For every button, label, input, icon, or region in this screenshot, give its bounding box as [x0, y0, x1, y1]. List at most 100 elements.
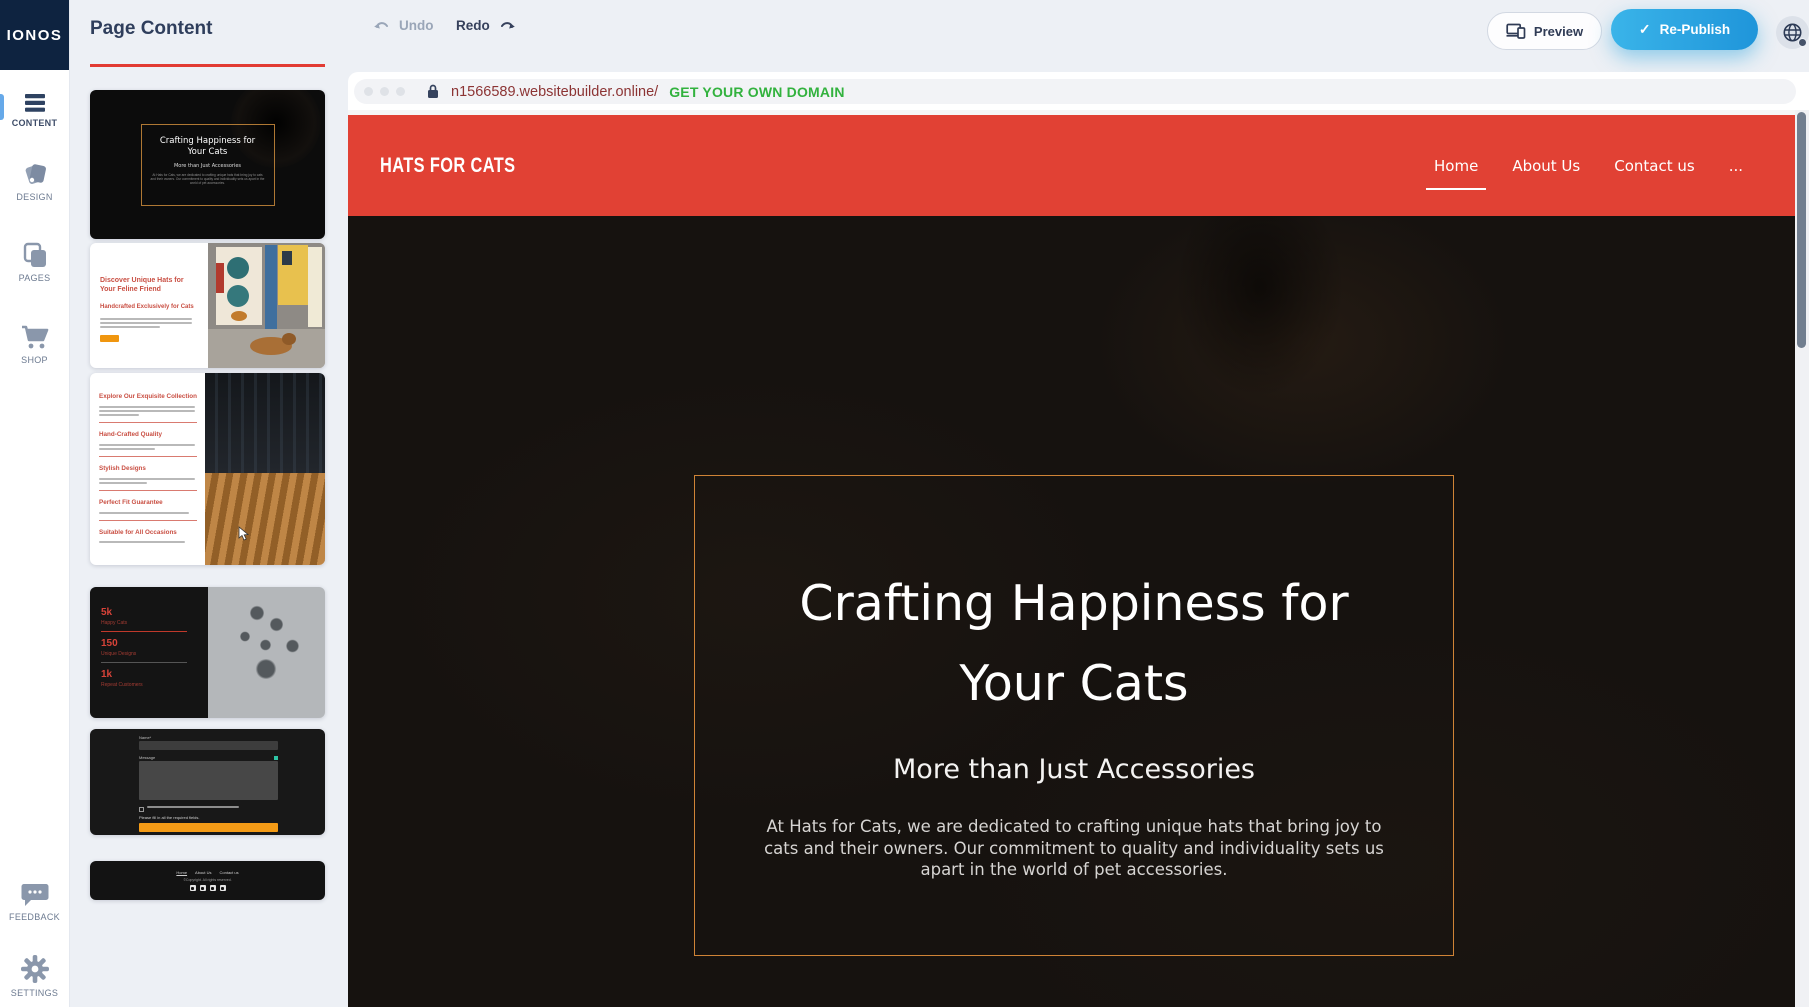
settings-gear-icon [20, 954, 50, 984]
redo-icon [498, 19, 516, 33]
notification-dot [1798, 38, 1807, 47]
form-name-label: Name* [139, 735, 278, 740]
panel-title-underline [90, 64, 325, 67]
window-dot [396, 87, 405, 96]
stat-value: 150 [101, 638, 208, 649]
sidebar-item-label: SETTINGS [0, 988, 69, 998]
lock-icon [426, 83, 440, 100]
scrollbar-thumb[interactable] [1797, 112, 1806, 348]
sidebar-item-feedback[interactable]: FEEDBACK [0, 880, 69, 922]
app-root: IONOS CONTENT DESIGN PAGES [0, 0, 1809, 1007]
check-icon: ✓ [1639, 21, 1651, 38]
street-cat-photo [208, 243, 325, 368]
undo-button[interactable]: Undo [373, 18, 434, 33]
sidebar-item-label: CONTENT [0, 118, 69, 128]
thumb-body-text: At Hats for Cats, we are dedicated to cr… [150, 173, 266, 185]
section-thumb-footer[interactable]: Home About Us Contact us ©Copyright. All… [90, 861, 325, 900]
sidebar-item-label: FEEDBACK [0, 912, 69, 922]
nav-item-contact[interactable]: Contact us [1612, 153, 1696, 179]
undo-label: Undo [399, 18, 434, 33]
preview-scrollbar[interactable] [1795, 110, 1809, 1007]
feature-heading: Stylish Designs [99, 465, 199, 472]
content-icon [22, 92, 48, 114]
thumb-title: Crafting Happiness for [160, 136, 255, 146]
sidebar-item-label: SHOP [0, 355, 69, 365]
thumb-cta-button [100, 335, 119, 342]
sidebar-item-pages[interactable]: PAGES [0, 241, 69, 283]
mouse-cursor [237, 526, 251, 542]
undo-icon [373, 19, 391, 33]
hero-title[interactable]: Crafting Happiness for Your Cats [695, 564, 1453, 724]
devices-icon [1506, 23, 1526, 39]
hero-content-box[interactable]: Crafting Happiness for Your Cats More th… [694, 475, 1454, 956]
section-thumb-hero[interactable]: Crafting Happiness for Your Cats More th… [90, 90, 325, 239]
active-nav-indicator [0, 94, 4, 120]
footer-thumb-nav: Home About Us Contact us [90, 870, 325, 875]
form-message-label: Message [139, 755, 155, 760]
nav-item-home[interactable]: Home [1432, 153, 1480, 179]
redo-label: Redo [456, 18, 490, 33]
sidebar-item-label: DESIGN [0, 192, 69, 202]
nav-item-about[interactable]: About Us [1510, 153, 1582, 179]
feature-heading: Hand-Crafted Quality [99, 431, 199, 438]
preview-label: Preview [1534, 24, 1583, 39]
section-thumb-stats[interactable]: 5k Happy Cats 150 Unique Designs 1k Repe… [90, 587, 325, 718]
stat-value: 5k [101, 607, 208, 618]
design-icon [21, 160, 49, 188]
form-message-textarea [139, 761, 278, 800]
page-content-panel: Page Content Crafting Happiness for Your… [69, 0, 348, 1007]
form-name-input [139, 741, 278, 750]
section-thumb-contact-form[interactable]: Name* Message Please fill in all the req… [90, 729, 325, 835]
site-header[interactable]: HATS FOR CATS Home About Us Contact us .… [348, 115, 1795, 216]
preview-button[interactable]: Preview [1487, 12, 1602, 50]
sidebar-item-content[interactable]: CONTENT [0, 92, 69, 128]
sidebar-item-shop[interactable]: SHOP [0, 324, 69, 365]
sidebar-item-design[interactable]: DESIGN [0, 160, 69, 202]
checkbox-icon [139, 807, 144, 812]
get-domain-link[interactable]: GET YOUR OWN DOMAIN [669, 84, 844, 100]
sidebar-item-label: PAGES [0, 273, 69, 283]
republish-button[interactable]: ✓ Re-Publish [1611, 9, 1758, 50]
shop-cart-icon [20, 324, 50, 351]
section-thumb-features[interactable]: Explore Our Exquisite Collection Hand-Cr… [90, 373, 325, 565]
language-globe-button[interactable] [1776, 16, 1809, 49]
stats-block: 5k Happy Cats 150 Unique Designs 1k Repe… [90, 587, 208, 718]
ionos-logo[interactable]: IONOS [0, 0, 69, 70]
panel-title: Page Content [90, 18, 212, 40]
stat-label: Unique Designs [101, 651, 208, 657]
hero-section[interactable]: Crafting Happiness for Your Cats More th… [348, 216, 1795, 1007]
footer-thumb-copyright: ©Copyright. All rights reserved. [90, 878, 325, 882]
hero-subtitle[interactable]: More than Just Accessories [695, 752, 1453, 788]
feature-heading: Suitable for All Occasions [99, 529, 199, 536]
linkedin-icon [210, 885, 216, 891]
hero-body-text[interactable]: At Hats for Cats, we are dedicated to cr… [752, 816, 1397, 881]
footer-social-icons [90, 885, 325, 891]
stat-label: Repeat Customers [101, 682, 208, 688]
twitter-icon [200, 885, 206, 891]
instagram-icon [220, 885, 226, 891]
republish-label: Re-Publish [1660, 22, 1731, 37]
features-list: Explore Our Exquisite Collection Hand-Cr… [99, 373, 199, 545]
site-nav: Home About Us Contact us ... [1432, 115, 1745, 216]
sidebar-item-settings[interactable]: SETTINGS [0, 954, 69, 998]
icon-sidebar: IONOS CONTENT DESIGN PAGES [0, 0, 70, 1007]
thumb-title2: Your Cats [188, 147, 228, 157]
redo-button[interactable]: Redo [456, 18, 516, 33]
hero-thumb-box: Crafting Happiness for Your Cats More th… [141, 124, 275, 206]
thumb-subtitle: More than Just Accessories [142, 163, 274, 169]
stat-label: Happy Cats [101, 620, 208, 626]
site-url: n1566589.websitebuilder.online/ [451, 84, 658, 100]
thumb-subheading: Handcrafted Exclusively for Cats [100, 304, 196, 310]
facebook-icon [190, 885, 196, 891]
thumb-body-lines [100, 318, 192, 330]
site-logo[interactable]: HATS FOR CATS [380, 115, 516, 216]
preview-browser-bar: n1566589.websitebuilder.online/ GET YOUR… [348, 72, 1809, 110]
site-preview-viewport: HATS FOR CATS Home About Us Contact us .… [348, 110, 1795, 1007]
stat-value: 1k [101, 669, 208, 680]
section-thumb-intro[interactable]: Discover Unique Hats for Your Feline Fri… [90, 243, 325, 368]
feature-heading: Perfect Fit Guarantee [99, 499, 199, 506]
nav-item-more[interactable]: ... [1727, 153, 1745, 179]
feedback-bubble-icon [20, 880, 50, 908]
address-bar: n1566589.websitebuilder.online/ GET YOUR… [354, 79, 1796, 104]
form-consent-row [139, 806, 278, 812]
